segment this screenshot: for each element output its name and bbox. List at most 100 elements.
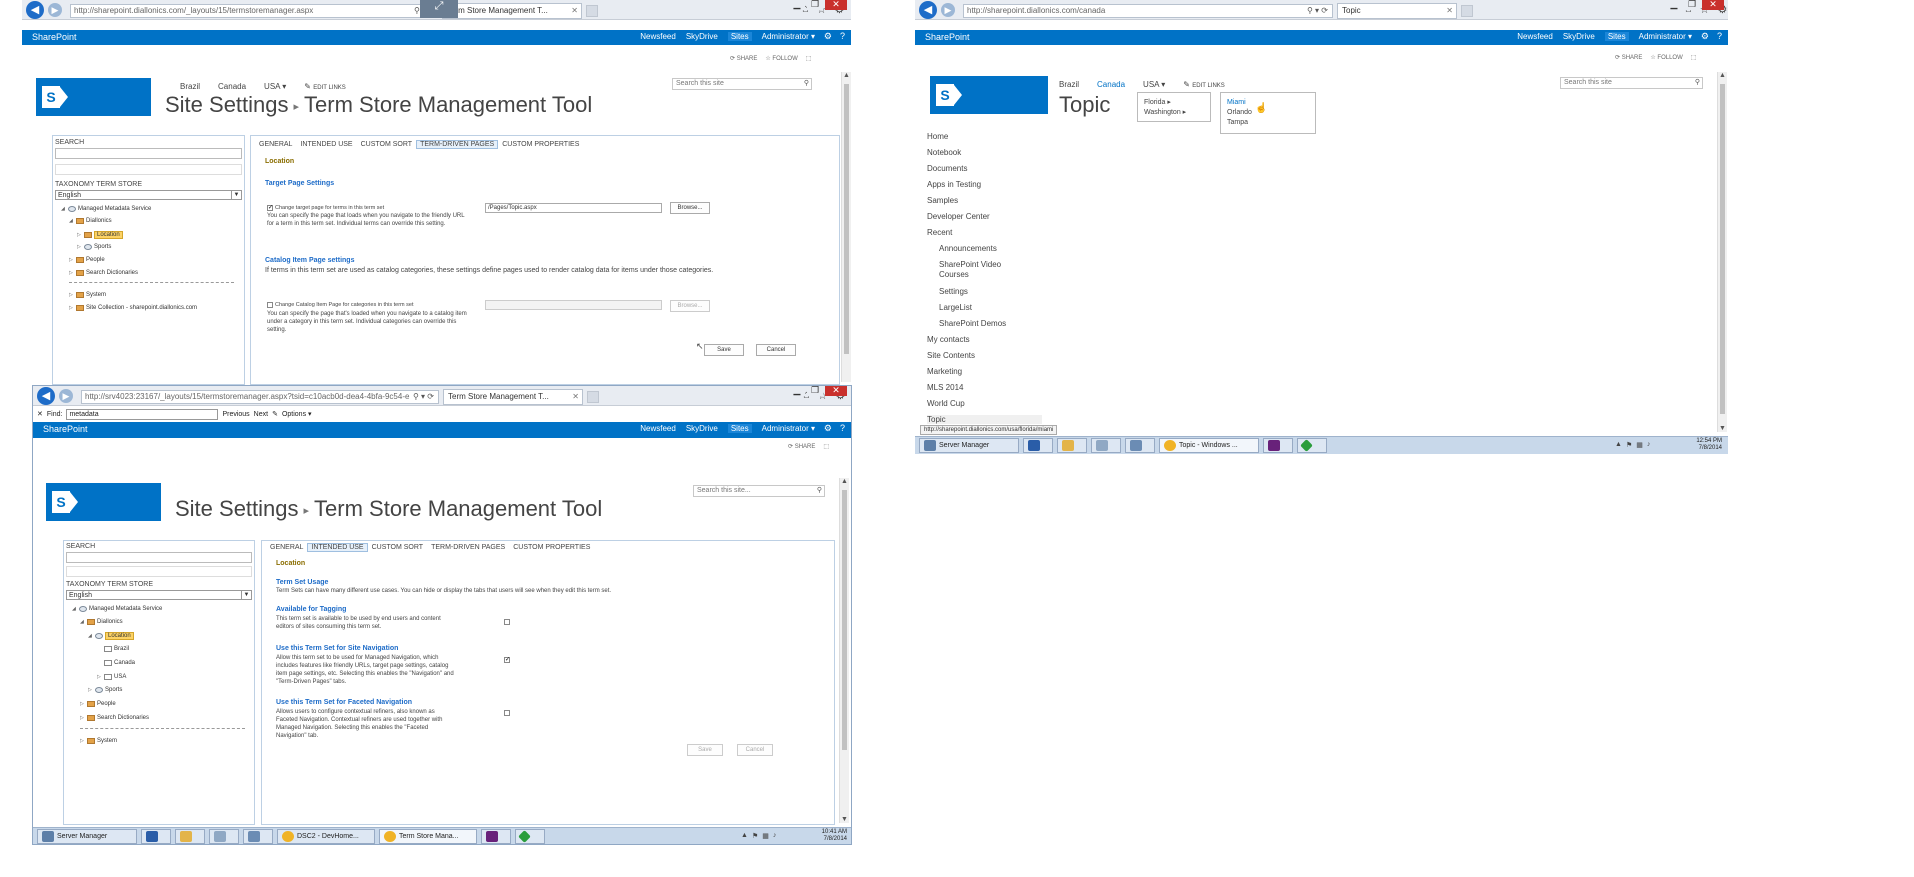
address-bar[interactable]: http://srv4023:23167/_layouts/15/termsto… [81, 390, 439, 404]
tree-search-input[interactable] [55, 148, 242, 159]
vertical-scrollbar[interactable]: ▲ [841, 72, 851, 382]
taskbar-powershell[interactable] [141, 829, 171, 844]
site-nav-checkbox[interactable]: ✓ [504, 657, 510, 663]
user-menu[interactable]: Administrator ▾ [762, 424, 815, 433]
ql-sharepoint-demos[interactable]: SharePoint Demos [939, 319, 1006, 328]
tree-node-canada[interactable]: Canada [104, 660, 135, 666]
ql-home[interactable]: Home [927, 132, 948, 141]
topnav-canada[interactable]: Canada [218, 82, 246, 91]
tray-volume-icon[interactable]: ♪ [1647, 441, 1651, 449]
tree-node-people[interactable]: ▷ People [80, 701, 116, 707]
suite-link-skydrive[interactable]: SkyDrive [686, 424, 718, 433]
tab-general[interactable]: GENERAL [266, 543, 307, 552]
taskbar-explorer[interactable] [1057, 438, 1087, 453]
ql-samples[interactable]: Samples [927, 196, 958, 205]
site-logo[interactable]: S [930, 76, 1048, 114]
ql-apps-testing[interactable]: Apps in Testing [927, 180, 981, 189]
address-bar[interactable]: http://sharepoint.diallonics.com/canada … [963, 4, 1333, 18]
ql-my-contacts[interactable]: My contacts [927, 335, 970, 344]
ql-video-courses[interactable]: SharePoint Video Courses [939, 260, 1019, 280]
taskbar-powershell[interactable] [1023, 438, 1053, 453]
suite-brand[interactable]: SharePoint [43, 424, 88, 434]
browser-tab[interactable]: Topic ✕ [1337, 3, 1457, 19]
tree-node-sports[interactable]: ▷ Sports [88, 687, 122, 693]
window-close-icon[interactable]: ✕ [825, 0, 847, 10]
share-link[interactable]: ⟳ SHARE [730, 55, 757, 62]
minimize-icon[interactable]: ▁ [789, 386, 805, 396]
tab-intended-use[interactable]: INTENDED USE [307, 543, 368, 552]
suite-link-newsfeed[interactable]: Newsfeed [1517, 32, 1553, 41]
tree-node-diallonics[interactable]: ◢ Diallonics [80, 619, 123, 625]
ql-mls-2014[interactable]: MLS 2014 [927, 383, 963, 392]
ql-settings[interactable]: Settings [939, 287, 968, 296]
tab-custom-sort[interactable]: CUSTOM SORT [357, 140, 416, 149]
tab-term-driven-pages[interactable]: TERM-DRIVEN PAGES [427, 543, 509, 552]
ql-world-cup[interactable]: World Cup [927, 399, 965, 408]
suite-link-newsfeed[interactable]: Newsfeed [640, 32, 676, 41]
faceted-nav-checkbox[interactable] [504, 710, 510, 716]
tray-up-icon[interactable]: ▲ [1615, 441, 1622, 449]
catalog-page-checkbox[interactable] [267, 302, 273, 308]
tree-node-people[interactable]: ▷ People [69, 257, 105, 263]
close-tab-icon[interactable]: ✕ [1446, 4, 1453, 18]
find-next[interactable]: Next [254, 411, 268, 418]
user-menu[interactable]: Administrator ▾ [762, 32, 815, 41]
tree-node-search-dict[interactable]: ▷ Search Dictionaries [69, 270, 138, 276]
search-icon[interactable]: ⚲ [1695, 78, 1700, 88]
address-bar[interactable]: http://sharepoint.diallonics.com/_layout… [70, 4, 440, 18]
tagging-checkbox[interactable] [504, 619, 510, 625]
help-icon[interactable]: ? [1717, 31, 1722, 42]
tree-node-sports[interactable]: ▷ Sports [77, 244, 111, 250]
edit-links[interactable]: ✎ EDIT LINKS [304, 82, 346, 91]
back-icon[interactable]: ◀ [26, 1, 44, 19]
minimize-icon[interactable]: ▁ [1666, 0, 1682, 10]
ql-site-contents[interactable]: Site Contents [927, 351, 975, 360]
site-logo[interactable]: S [36, 78, 151, 116]
tree-search-input[interactable] [66, 552, 252, 563]
help-icon[interactable]: ? [840, 423, 845, 434]
suite-link-sites[interactable]: Sites [727, 32, 752, 41]
back-icon[interactable]: ◀ [919, 1, 937, 19]
topnav-usa[interactable]: USA ▾ [1143, 80, 1165, 89]
share-link[interactable]: ⟳ SHARE [788, 443, 815, 450]
ql-marketing[interactable]: Marketing [927, 367, 962, 376]
taskbar-ie-dsc2[interactable]: DSC2 - DevHome... [277, 829, 375, 844]
tray-network-icon[interactable]: ▦ [762, 832, 769, 840]
flyout-item-miami[interactable]: Miami [1227, 99, 1246, 106]
language-select[interactable]: English ▼ [66, 590, 252, 600]
site-search-input[interactable]: Search this site ⚲ [1560, 77, 1703, 89]
find-close-icon[interactable]: ✕ [37, 410, 43, 418]
suite-link-sites[interactable]: Sites [1604, 32, 1629, 41]
vertical-scrollbar[interactable]: ▲ ▼ [839, 478, 849, 823]
tree-node-diallonics[interactable]: ◢ Diallonics [69, 218, 112, 224]
taskbar-visual-studio[interactable] [481, 829, 511, 844]
forward-icon[interactable]: ▶ [59, 389, 73, 403]
tree-node-mms[interactable]: ◢ Managed Metadata Service [72, 606, 162, 612]
tree-node-location[interactable]: ▷ Location [77, 231, 123, 239]
address-tools-icon[interactable]: ⚲ ▾ ⟳ [412, 391, 434, 403]
tab-custom-properties[interactable]: CUSTOM PROPERTIES [498, 140, 583, 149]
minimize-icon[interactable]: ▁ [789, 0, 805, 10]
topnav-canada[interactable]: Canada [1097, 80, 1125, 89]
suite-link-newsfeed[interactable]: Newsfeed [640, 424, 676, 433]
title-site-settings[interactable]: Site Settings [175, 496, 299, 521]
forward-icon[interactable]: ▶ [48, 3, 62, 17]
topnav-usa[interactable]: USA ▾ [264, 82, 286, 91]
browser-tab[interactable]: Term Store Management T... ✕ [442, 3, 582, 19]
tab-custom-properties[interactable]: CUSTOM PROPERTIES [509, 543, 594, 552]
find-options[interactable]: Options ▾ [282, 410, 312, 418]
ql-announcements[interactable]: Announcements [939, 244, 997, 253]
cancel-button[interactable]: Cancel [756, 344, 796, 356]
forward-icon[interactable]: ▶ [941, 3, 955, 17]
taskbar-server-manager[interactable]: Server Manager [37, 829, 137, 844]
target-browse-button[interactable]: Browse... [670, 202, 710, 214]
taskbar-app[interactable] [1297, 438, 1327, 453]
new-tab-button[interactable] [1461, 5, 1473, 17]
browser-tab[interactable]: Term Store Management T... ✕ [443, 389, 583, 405]
tree-node-brazil[interactable]: Brazil [104, 646, 129, 652]
save-button[interactable]: Save [704, 344, 744, 356]
title-site-settings[interactable]: Site Settings [165, 92, 289, 117]
tab-intended-use[interactable]: INTENDED USE [296, 140, 356, 149]
tray-network-icon[interactable]: ▦ [1636, 441, 1643, 449]
user-menu[interactable]: Administrator ▾ [1639, 32, 1692, 41]
